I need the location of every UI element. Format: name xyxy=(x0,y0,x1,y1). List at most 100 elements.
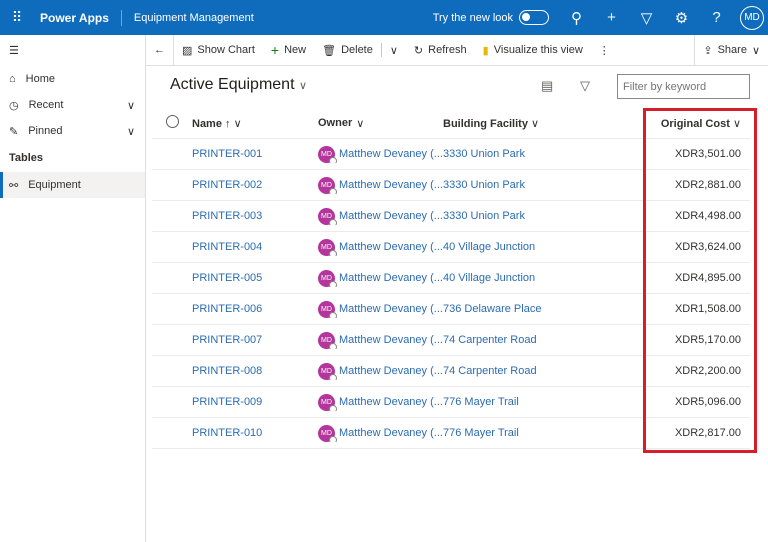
plus-icon[interactable]: + xyxy=(594,9,629,26)
button-label: Visualize this view xyxy=(494,44,583,56)
facility-link[interactable]: 3330 Union Park xyxy=(443,148,525,160)
name-link[interactable]: PRINTER-003 xyxy=(192,210,262,222)
pin-icon: ✎ xyxy=(9,125,18,138)
filter-icon[interactable]: ▽ xyxy=(580,78,590,94)
visualize-button[interactable]: ▮ Visualize this view xyxy=(475,35,591,66)
button-label: Show Chart xyxy=(197,44,254,56)
share-icon: ⇪ xyxy=(703,44,712,57)
name-link[interactable]: PRINTER-008 xyxy=(192,365,262,377)
owner-avatar: MD xyxy=(318,394,335,411)
sidebar-item-recent[interactable]: ◷ Recent ∨ xyxy=(0,92,145,118)
chevron-down-icon: ∨ xyxy=(299,80,307,92)
facility-link[interactable]: 776 Mayer Trail xyxy=(443,396,519,408)
facility-link[interactable]: 74 Carpenter Road xyxy=(443,365,537,377)
filter-by-keyword-input[interactable] xyxy=(617,74,750,99)
sidebar-item-home[interactable]: ⌂ Home xyxy=(0,66,145,92)
owner-link[interactable]: Matthew Devaney (... xyxy=(339,427,443,439)
name-link[interactable]: PRINTER-007 xyxy=(192,334,262,346)
new-button[interactable]: + New xyxy=(263,35,314,66)
select-all-checkbox[interactable] xyxy=(166,115,179,128)
owner-avatar: MD xyxy=(318,177,335,194)
owner-avatar: MD xyxy=(318,239,335,256)
column-header-name[interactable]: Name ↑ ∨ xyxy=(192,117,318,130)
facility-link[interactable]: 776 Mayer Trail xyxy=(443,427,519,439)
name-link[interactable]: PRINTER-010 xyxy=(192,427,262,439)
owner-avatar: MD xyxy=(318,146,335,163)
filter-icon[interactable]: ▽ xyxy=(629,9,664,27)
powerbi-icon: ▮ xyxy=(483,44,489,57)
owner-link[interactable]: Matthew Devaney (... xyxy=(339,241,443,253)
chart-icon: ▨ xyxy=(182,44,192,57)
trash-icon: 🗑 xyxy=(322,44,336,57)
chevron-down-icon[interactable]: ∨ xyxy=(127,99,135,112)
app-launcher-icon[interactable]: ⠿ xyxy=(0,9,34,26)
name-link[interactable]: PRINTER-002 xyxy=(192,179,262,191)
facility-link[interactable]: 3330 Union Park xyxy=(443,179,525,191)
view-selector[interactable]: Active Equipment ∨ xyxy=(170,76,307,94)
owner-link[interactable]: Matthew Devaney (... xyxy=(339,272,443,284)
share-button[interactable]: ⇪Share∨ xyxy=(695,35,768,66)
sidebar: ☰ ⌂ Home ◷ Recent ∨ ✎ Pinned ∨ Tables ⚯ Equipm… xyxy=(0,35,146,542)
owner-link[interactable]: Matthew Devaney (... xyxy=(339,210,443,222)
facility-link[interactable]: 40 Village Junction xyxy=(443,241,535,253)
button-label: Delete xyxy=(341,44,373,56)
avatar[interactable]: MD xyxy=(740,6,764,30)
delete-button[interactable]: 🗑 Delete xyxy=(314,35,381,66)
chevron-down-icon[interactable]: ∨ xyxy=(127,125,135,138)
owner-avatar: MD xyxy=(318,301,335,318)
help-icon[interactable]: ? xyxy=(699,9,734,26)
sidebar-item-equipment[interactable]: ⚯ Equipment xyxy=(0,172,145,198)
facility-link[interactable]: 74 Carpenter Road xyxy=(443,334,537,346)
button-label: New xyxy=(284,44,306,56)
back-button[interactable]: ← xyxy=(146,35,173,66)
column-header-owner[interactable]: Owner ∨ xyxy=(318,117,443,130)
more-commands-icon[interactable]: ⋮ xyxy=(591,35,618,66)
owner-avatar: MD xyxy=(318,208,335,225)
owner-link[interactable]: Matthew Devaney (... xyxy=(339,303,443,315)
owner-avatar: MD xyxy=(318,332,335,349)
edit-columns-icon[interactable]: ▤ xyxy=(541,78,553,94)
page-title: Active Equipment xyxy=(170,76,295,93)
table-icon: ⚯ xyxy=(9,179,18,192)
owner-link[interactable]: Matthew Devaney (... xyxy=(339,334,443,346)
plus-icon: + xyxy=(271,42,279,58)
new-look-toggle[interactable] xyxy=(519,10,549,25)
search-icon[interactable]: ⚲ xyxy=(559,9,594,27)
environment-name: Equipment Management xyxy=(122,12,254,24)
owner-avatar: MD xyxy=(318,425,335,442)
facility-link[interactable]: 736 Delaware Place xyxy=(443,303,541,315)
sidebar-item-pinned[interactable]: ✎ Pinned ∨ xyxy=(0,118,145,144)
top-bar: ⠿ Power Apps Equipment Management Try th… xyxy=(0,0,768,35)
button-label: Refresh xyxy=(428,44,467,56)
owner-link[interactable]: Matthew Devaney (... xyxy=(339,148,443,160)
command-bar: ← ▨ Show Chart + New 🗑 Delete ∨ ↻Refresh ▮ V… xyxy=(146,35,768,66)
owner-avatar: MD xyxy=(318,363,335,380)
facility-link[interactable]: 40 Village Junction xyxy=(443,272,535,284)
show-chart-button[interactable]: ▨ Show Chart xyxy=(174,35,263,66)
refresh-button[interactable]: ↻Refresh xyxy=(406,35,475,66)
name-link[interactable]: PRINTER-006 xyxy=(192,303,262,315)
facility-link[interactable]: 3330 Union Park xyxy=(443,210,525,222)
app-name[interactable]: Power Apps xyxy=(34,10,122,26)
name-link[interactable]: PRINTER-009 xyxy=(192,396,262,408)
sidebar-item-label: Recent xyxy=(29,99,64,111)
chevron-down-icon: ∨ xyxy=(752,44,760,57)
sidebar-item-label: Pinned xyxy=(28,125,62,137)
name-link[interactable]: PRINTER-005 xyxy=(192,272,262,284)
gear-icon[interactable]: ⚙ xyxy=(664,9,699,27)
delete-dropdown[interactable]: ∨ xyxy=(381,43,406,57)
name-link[interactable]: PRINTER-001 xyxy=(192,148,262,160)
sidebar-item-label: Home xyxy=(26,73,55,85)
owner-link[interactable]: Matthew Devaney (... xyxy=(339,365,443,377)
clock-icon: ◷ xyxy=(9,99,19,112)
column-header-building-facility[interactable]: Building Facility ∨ xyxy=(443,117,623,130)
home-icon: ⌂ xyxy=(9,73,16,85)
sidebar-item-label: Equipment xyxy=(28,179,81,191)
owner-avatar: MD xyxy=(318,270,335,287)
highlight-box xyxy=(643,108,757,453)
owner-link[interactable]: Matthew Devaney (... xyxy=(339,396,443,408)
name-link[interactable]: PRINTER-004 xyxy=(192,241,262,253)
hamburger-icon[interactable]: ☰ xyxy=(0,35,145,65)
sidebar-section-tables: Tables xyxy=(0,144,145,172)
owner-link[interactable]: Matthew Devaney (... xyxy=(339,179,443,191)
